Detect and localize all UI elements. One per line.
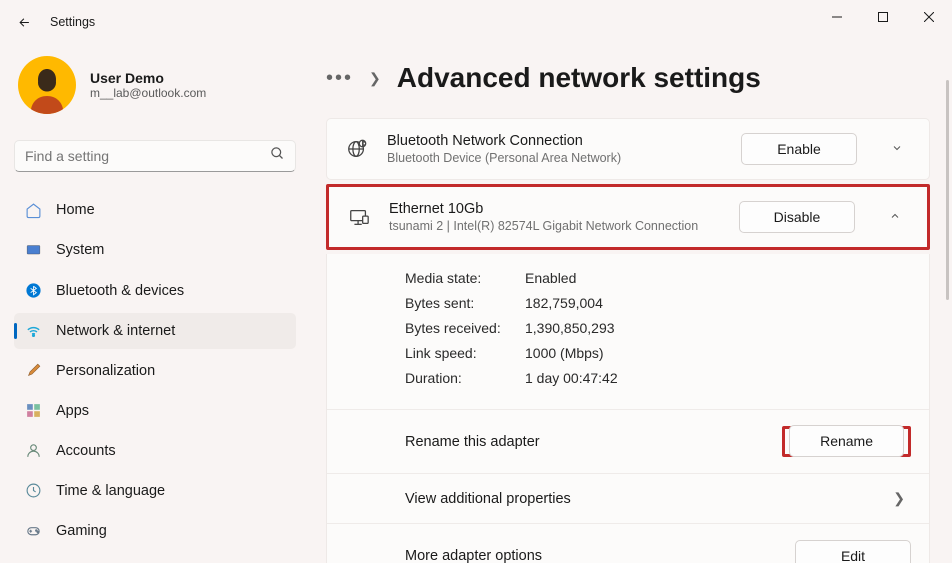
nav-label: Apps [56, 403, 89, 419]
nav-label: System [56, 242, 104, 258]
bluetooth-icon [24, 282, 42, 300]
scrollbar-thumb[interactable] [946, 80, 949, 300]
nav-label: Personalization [56, 363, 155, 379]
nav-bluetooth[interactable]: Bluetooth & devices [14, 273, 296, 309]
nav-time[interactable]: Time & language [14, 473, 296, 509]
search-input[interactable] [25, 148, 270, 164]
chevron-up-icon[interactable] [881, 210, 909, 225]
user-email: m__lab@outlook.com [90, 86, 206, 100]
page-title: Advanced network settings [397, 62, 761, 94]
adapter-details: Media state:Enabled Bytes sent:182,759,0… [327, 254, 929, 409]
breadcrumb-more[interactable]: ••• [326, 67, 353, 90]
rename-button[interactable]: Rename [789, 425, 904, 457]
window-title: Settings [50, 15, 95, 29]
highlighted-adapter: Ethernet 10Gb tsunami 2 | Intel(R) 82574… [326, 184, 930, 250]
search-box[interactable] [14, 140, 296, 172]
content-scrollbar[interactable] [946, 80, 949, 543]
monitor-icon [347, 205, 371, 229]
search-icon [270, 146, 285, 166]
back-button[interactable] [8, 6, 40, 38]
nav-personalization[interactable]: Personalization [14, 353, 296, 389]
clock-icon [24, 482, 42, 500]
view-properties-row[interactable]: View additional properties ❯ [327, 473, 929, 523]
rename-row[interactable]: Rename this adapter Rename [327, 409, 929, 473]
nav-home[interactable]: Home [14, 192, 296, 228]
avatar [18, 56, 76, 114]
nav-label: Time & language [56, 483, 165, 499]
chevron-right-icon: ❯ [369, 70, 381, 87]
nav-label: Network & internet [56, 323, 175, 339]
close-button[interactable] [906, 2, 952, 32]
nav-system[interactable]: System [14, 232, 296, 268]
adapter-card-bluetooth: Bluetooth Network Connection Bluetooth D… [326, 118, 930, 180]
adapter-title: Bluetooth Network Connection [387, 133, 723, 149]
gaming-icon [24, 522, 42, 540]
nav-accounts[interactable]: Accounts [14, 433, 296, 469]
adapter-title: Ethernet 10Gb [389, 201, 721, 217]
maximize-button[interactable] [860, 2, 906, 32]
user-block[interactable]: User Demo m__lab@outlook.com [14, 44, 296, 136]
highlighted-rename: Rename [782, 426, 911, 457]
nav-apps[interactable]: Apps [14, 393, 296, 429]
nav-network[interactable]: Network & internet [14, 313, 296, 349]
disable-button[interactable]: Disable [739, 201, 855, 233]
apps-icon [24, 402, 42, 420]
nav-label: Bluetooth & devices [56, 283, 184, 299]
adapter-subtitle: Bluetooth Device (Personal Area Network) [387, 151, 723, 165]
person-icon [24, 442, 42, 460]
chevron-right-icon: ❯ [887, 490, 911, 507]
nav-label: Home [56, 202, 95, 218]
home-icon [24, 201, 42, 219]
user-name: User Demo [90, 70, 206, 86]
chevron-down-icon[interactable] [883, 142, 911, 157]
enable-button[interactable]: Enable [741, 133, 857, 165]
adapter-subtitle: tsunami 2 | Intel(R) 82574L Gigabit Netw… [389, 219, 721, 233]
globe-icon [345, 137, 369, 161]
minimize-button[interactable] [814, 2, 860, 32]
wifi-icon [24, 322, 42, 340]
nav-label: Accounts [56, 443, 116, 459]
nav-label: Gaming [56, 523, 107, 539]
edit-button[interactable]: Edit [795, 540, 911, 563]
nav-gaming[interactable]: Gaming [14, 513, 296, 549]
system-icon [24, 241, 42, 259]
brush-icon [24, 362, 42, 380]
more-options-row[interactable]: More adapter options Edit [327, 523, 929, 563]
